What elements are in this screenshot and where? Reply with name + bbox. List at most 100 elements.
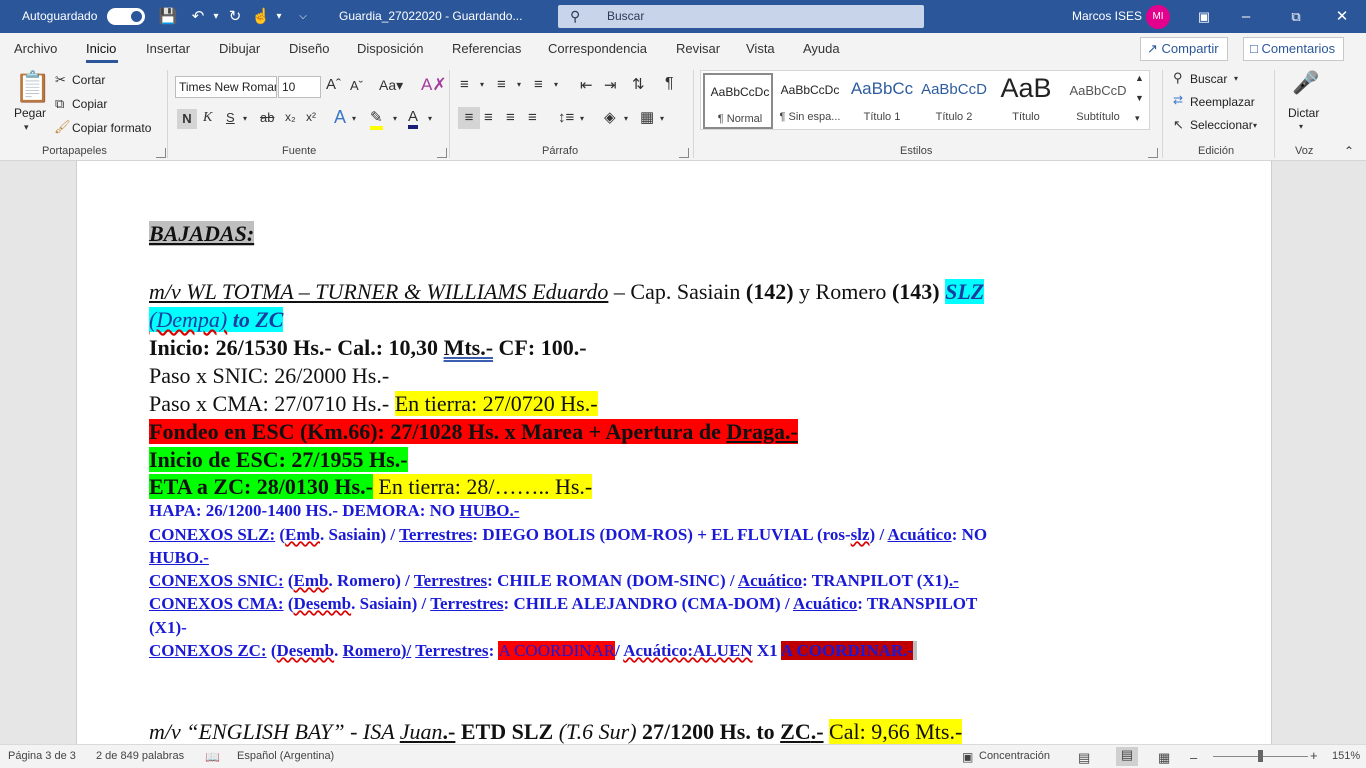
styles-more-icon[interactable]: ▾	[1135, 113, 1140, 124]
autosave-toggle[interactable]	[107, 8, 145, 25]
document-page[interactable]: BAJADAS: m/v WL TOTMA – TURNER & WILLIAM…	[76, 161, 1272, 744]
paragraph-launcher[interactable]	[679, 148, 689, 158]
zoom-out-icon[interactable]: –	[1190, 750, 1197, 765]
line-spacing-icon[interactable]: ↕≡	[558, 109, 574, 126]
page-count[interactable]: Página 3 de 3	[8, 750, 76, 762]
increase-indent-icon[interactable]: ⇥	[604, 76, 617, 94]
style-normal[interactable]: AaBbCcDc ¶ Normal	[703, 73, 773, 129]
select-dropdown-icon[interactable]: ▾	[1253, 121, 1257, 130]
paste-dropdown-icon[interactable]: ▾	[24, 122, 29, 133]
search-box[interactable]: ⚲ Buscar	[558, 5, 924, 28]
paste-icon[interactable]: 📋	[14, 70, 51, 105]
align-right-icon[interactable]: ≡	[506, 109, 515, 126]
font-color-icon[interactable]: A	[408, 108, 419, 129]
user-name[interactable]: Marcos ISES	[1072, 9, 1142, 23]
tab-revisar[interactable]: Revisar	[676, 41, 720, 56]
tab-insertar[interactable]: Insertar	[146, 41, 190, 56]
dictate-dropdown-icon[interactable]: ▾	[1299, 122, 1303, 131]
sort-icon[interactable]: ⇅	[632, 75, 645, 93]
style-heading-2[interactable]: AaBbCcD Título 2	[919, 73, 989, 129]
ribbon-display-icon[interactable]: ▣	[1194, 7, 1214, 27]
bold-icon[interactable]: N	[177, 109, 197, 129]
style-subtitle[interactable]: AaBbCcD Subtítulo	[1063, 73, 1133, 129]
select-button[interactable]: Seleccionar	[1190, 118, 1253, 132]
dictate-button[interactable]: Dictar	[1288, 106, 1319, 120]
collapse-ribbon-icon[interactable]: ⌃	[1344, 144, 1354, 158]
grow-font-icon[interactable]: Aˆ	[326, 76, 341, 93]
zoom-level[interactable]: 151%	[1332, 750, 1360, 762]
text-effects-icon[interactable]: A	[334, 107, 346, 128]
print-layout-icon[interactable]: ▤	[1116, 747, 1138, 766]
touch-dropdown-icon[interactable]: ▾	[269, 7, 289, 27]
tab-archivo[interactable]: Archivo	[14, 41, 57, 56]
cut-button[interactable]: Cortar	[72, 73, 105, 87]
clipboard-launcher[interactable]	[156, 148, 166, 158]
find-button[interactable]: Buscar	[1190, 72, 1227, 86]
borders-icon[interactable]: ▦	[640, 108, 654, 126]
language[interactable]: Español (Argentina)	[237, 750, 334, 762]
replace-button[interactable]: Reemplazar	[1190, 95, 1255, 109]
comments-button[interactable]: □ Comentarios	[1243, 37, 1345, 61]
bullets-icon[interactable]: ≡	[460, 76, 469, 93]
copy-button[interactable]: Copiar	[72, 97, 107, 111]
strikethrough-icon[interactable]: ab	[260, 110, 274, 125]
highlight-icon[interactable]: ✎	[370, 108, 383, 130]
tab-ayuda[interactable]: Ayuda	[803, 41, 840, 56]
shrink-font-icon[interactable]: Aˇ	[350, 78, 363, 93]
clear-formatting-icon[interactable]: A✗	[421, 75, 447, 95]
styles-scroll-down-icon[interactable]: ▼	[1135, 93, 1144, 103]
tab-referencias[interactable]: Referencias	[452, 41, 521, 56]
avatar[interactable]: MI	[1146, 5, 1170, 29]
find-dropdown-icon[interactable]: ▾	[1234, 74, 1238, 83]
align-center-icon[interactable]: ≡	[484, 109, 493, 126]
tab-disposicion[interactable]: Disposición	[357, 41, 423, 56]
style-heading-1[interactable]: AaBbCc Título 1	[847, 73, 917, 129]
minimize-icon[interactable]: –	[1236, 7, 1256, 27]
customize-qat-icon[interactable]: ⌵	[293, 7, 313, 27]
numbering-icon[interactable]: ≡	[497, 76, 506, 93]
highlight-dropdown-icon[interactable]: ▾	[393, 114, 397, 123]
line-spacing-dropdown-icon[interactable]: ▾	[580, 114, 584, 123]
microphone-icon[interactable]: 🎤	[1292, 70, 1319, 100]
multilevel-dropdown-icon[interactable]: ▾	[554, 80, 558, 89]
document-canvas[interactable]: BAJADAS: m/v WL TOTMA – TURNER & WILLIAM…	[0, 161, 1366, 744]
justify-icon[interactable]: ≡	[528, 109, 537, 126]
shading-icon[interactable]: ◈	[604, 108, 616, 126]
font-color-dropdown-icon[interactable]: ▾	[428, 114, 432, 123]
zoom-in-icon[interactable]: +	[1310, 748, 1318, 763]
tab-dibujar[interactable]: Dibujar	[219, 41, 260, 56]
style-title[interactable]: AaB Título	[991, 73, 1061, 129]
italic-icon[interactable]: K	[203, 110, 212, 126]
tab-diseno[interactable]: Diseño	[289, 41, 329, 56]
underline-icon[interactable]: S	[226, 110, 235, 125]
web-layout-icon[interactable]: ▦	[1158, 750, 1170, 766]
bullets-dropdown-icon[interactable]: ▾	[480, 80, 484, 89]
style-no-spacing[interactable]: AaBbCcDc ¶ Sin espa...	[775, 73, 845, 129]
borders-dropdown-icon[interactable]: ▾	[660, 114, 664, 123]
change-case-icon[interactable]: Aa▾	[379, 77, 403, 94]
subscript-icon[interactable]: x₂	[285, 110, 296, 124]
paste-button[interactable]: Pegar	[14, 106, 46, 120]
tab-inicio[interactable]: Inicio	[86, 41, 116, 56]
document-title[interactable]: Guardia_27022020 - Guardando...	[339, 9, 522, 23]
undo-dropdown-icon[interactable]: ▾	[206, 7, 226, 27]
proofing-icon[interactable]: 📖	[205, 750, 220, 764]
share-button[interactable]: ↗ Compartir	[1140, 37, 1228, 61]
touch-mode-icon[interactable]: ☝	[251, 7, 271, 27]
decrease-indent-icon[interactable]: ⇤	[580, 76, 593, 94]
redo-icon[interactable]: ↻	[225, 7, 245, 27]
font-launcher[interactable]	[437, 148, 447, 158]
font-name-combo[interactable]: Times New Roman	[175, 76, 277, 98]
styles-scroll-up-icon[interactable]: ▲	[1135, 73, 1144, 83]
format-painter-button[interactable]: Copiar formato	[72, 121, 151, 135]
superscript-icon[interactable]: x²	[306, 110, 316, 124]
zoom-slider-thumb[interactable]	[1258, 750, 1263, 762]
text-effects-dropdown-icon[interactable]: ▾	[352, 114, 356, 123]
close-icon[interactable]: ✕	[1332, 7, 1352, 27]
underline-dropdown-icon[interactable]: ▾	[243, 114, 247, 123]
tab-correspondencia[interactable]: Correspondencia	[548, 41, 647, 56]
read-mode-icon[interactable]: ▤	[1078, 750, 1090, 766]
focus-mode[interactable]: Concentración	[979, 750, 1050, 762]
font-size-combo[interactable]: 10	[278, 76, 321, 98]
align-left-icon[interactable]: ≡	[458, 107, 480, 129]
